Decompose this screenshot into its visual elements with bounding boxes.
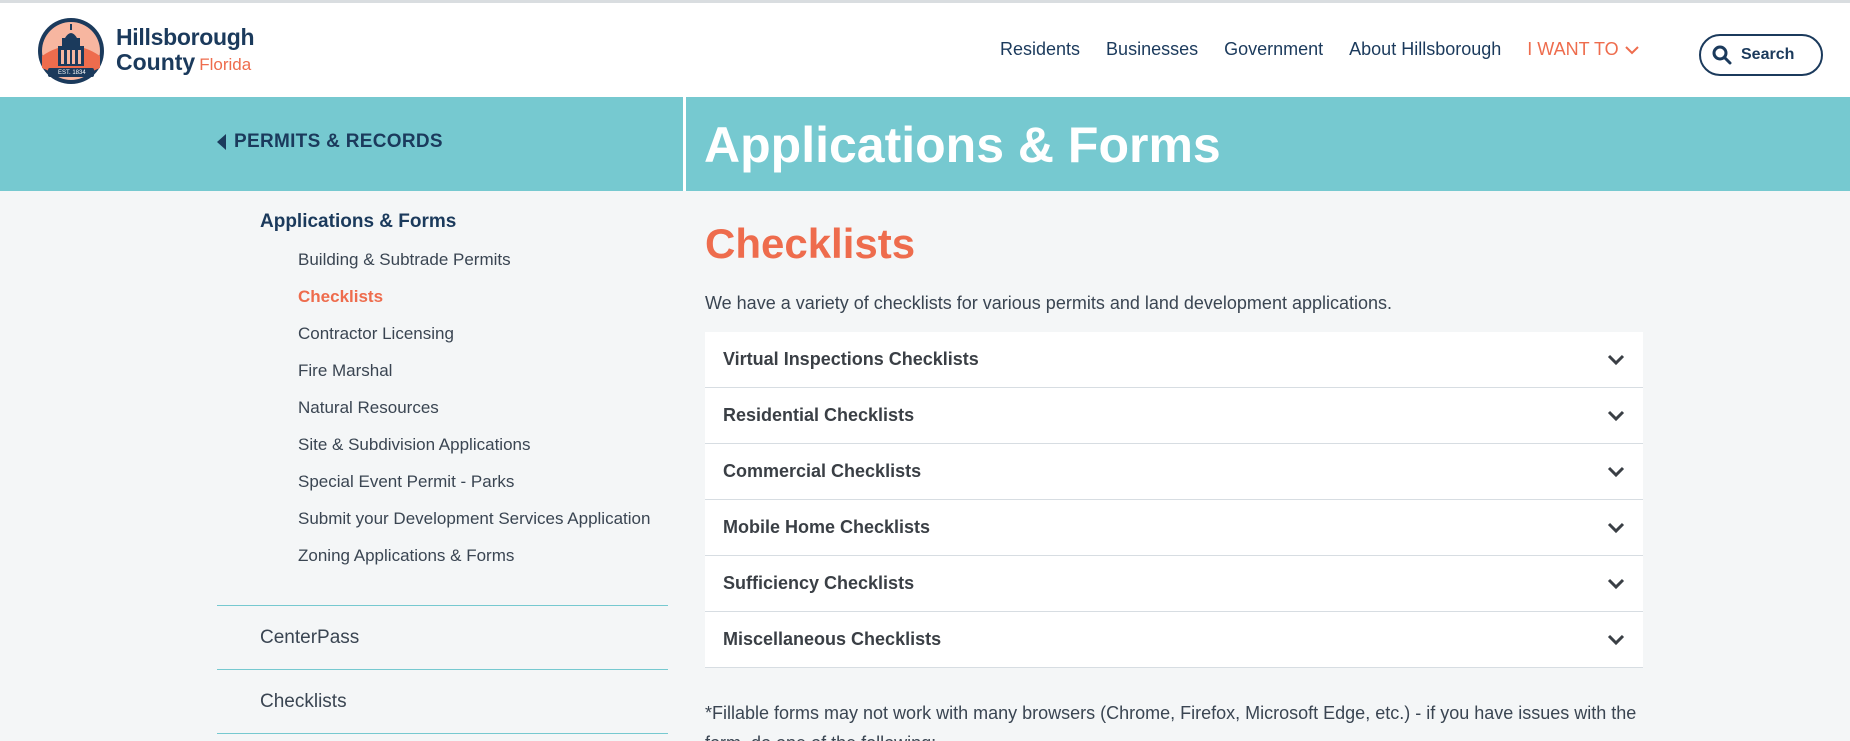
search-label: Search — [1741, 46, 1795, 63]
accordion-commercial[interactable]: Commercial Checklists — [705, 444, 1643, 500]
chevron-down-icon — [1607, 466, 1625, 477]
chevron-down-icon — [1607, 354, 1625, 365]
accordion-virtual-inspections[interactable]: Virtual Inspections Checklists — [705, 332, 1643, 388]
accordion-label: Residential Checklists — [723, 405, 915, 425]
sidebar-item-checklists[interactable]: Checklists — [298, 282, 650, 319]
search-icon — [1712, 45, 1732, 65]
logo-title: Hillsborough — [116, 24, 255, 50]
sidebar-item-natural-resources[interactable]: Natural Resources — [298, 393, 650, 430]
accordion-residential[interactable]: Residential Checklists — [705, 388, 1643, 444]
chevron-down-icon — [1607, 634, 1625, 645]
sidebar-subnav: Building & Subtrade Permits Checklists C… — [298, 245, 650, 578]
sidebar-link-checklists[interactable]: Checklists — [260, 691, 347, 713]
accordion-label: Virtual Inspections Checklists — [723, 349, 979, 369]
sidebar-item-zoning[interactable]: Zoning Applications & Forms — [298, 541, 650, 578]
accordion-label: Commercial Checklists — [723, 461, 922, 481]
page-banner: PERMITS & RECORDS Applications & Forms — [0, 97, 1850, 191]
section-title: Checklists — [705, 220, 916, 267]
intro-text: We have a variety of checklists for vari… — [705, 293, 1393, 313]
sidebar-item-site-subdivision[interactable]: Site & Subdivision Applications — [298, 430, 650, 467]
sidebar-divider — [217, 605, 668, 606]
chevron-down-icon — [1607, 578, 1625, 589]
nav-about[interactable]: About Hillsborough — [1349, 39, 1501, 60]
nav-businesses[interactable]: Businesses — [1106, 39, 1198, 60]
search-button[interactable]: Search — [1699, 34, 1823, 76]
logo-subtitle: County Florida — [116, 51, 251, 76]
sidebar-item-fire-marshal[interactable]: Fire Marshal — [298, 356, 650, 393]
accordion-label: Miscellaneous Checklists — [723, 629, 942, 649]
site-header: EST. 1834 Hillsborough County Florida Res… — [0, 3, 1850, 97]
sidebar-item-contractor-licensing[interactable]: Contractor Licensing — [298, 319, 650, 356]
back-to-permits-link[interactable]: PERMITS & RECORDS — [217, 131, 443, 153]
logo-state: Florida — [199, 55, 252, 74]
sidebar-link-centerpass[interactable]: CenterPass — [260, 627, 359, 649]
sidebar-item-submit-application[interactable]: Submit your Development Services Applica… — [298, 504, 650, 541]
back-link-label: PERMITS & RECORDS — [234, 131, 443, 152]
chevron-down-icon — [1607, 522, 1625, 533]
accordion-sufficiency[interactable]: Sufficiency Checklists — [705, 556, 1643, 612]
sidebar-heading[interactable]: Applications & Forms — [260, 211, 456, 233]
chevron-down-icon — [1607, 410, 1625, 421]
sidebar-item-building-permits[interactable]: Building & Subtrade Permits — [298, 245, 650, 282]
caret-left-icon — [217, 134, 226, 150]
accordion-label: Sufficiency Checklists — [723, 573, 915, 593]
nav-residents[interactable]: Residents — [1000, 39, 1080, 60]
nav-i-want-to[interactable]: I WANT TO — [1527, 39, 1639, 60]
banner-divider — [683, 97, 686, 191]
seal-text: EST. 1834 — [58, 70, 86, 76]
county-logo[interactable]: EST. 1834 Hillsborough County Florida — [36, 16, 276, 90]
sidebar-item-special-event[interactable]: Special Event Permit - Parks — [298, 467, 650, 504]
sidebar-divider — [217, 733, 668, 734]
accordion-label: Mobile Home Checklists — [723, 517, 931, 537]
i-want-to-label: I WANT TO — [1527, 39, 1619, 59]
main-nav: Residents Businesses Government About Hi… — [1000, 39, 1665, 60]
logo-county: County — [116, 49, 196, 75]
sidebar-divider — [217, 669, 668, 670]
chevron-down-icon — [1624, 45, 1639, 54]
nav-government[interactable]: Government — [1224, 39, 1323, 60]
fillable-forms-note: *Fillable forms may not work with many b… — [705, 703, 1637, 741]
accordion-mobile-home[interactable]: Mobile Home Checklists — [705, 500, 1643, 556]
page-title: Applications & Forms — [704, 117, 1221, 173]
checklist-accordion: Virtual Inspections Checklists Residenti… — [705, 332, 1643, 668]
accordion-miscellaneous[interactable]: Miscellaneous Checklists — [705, 612, 1643, 668]
